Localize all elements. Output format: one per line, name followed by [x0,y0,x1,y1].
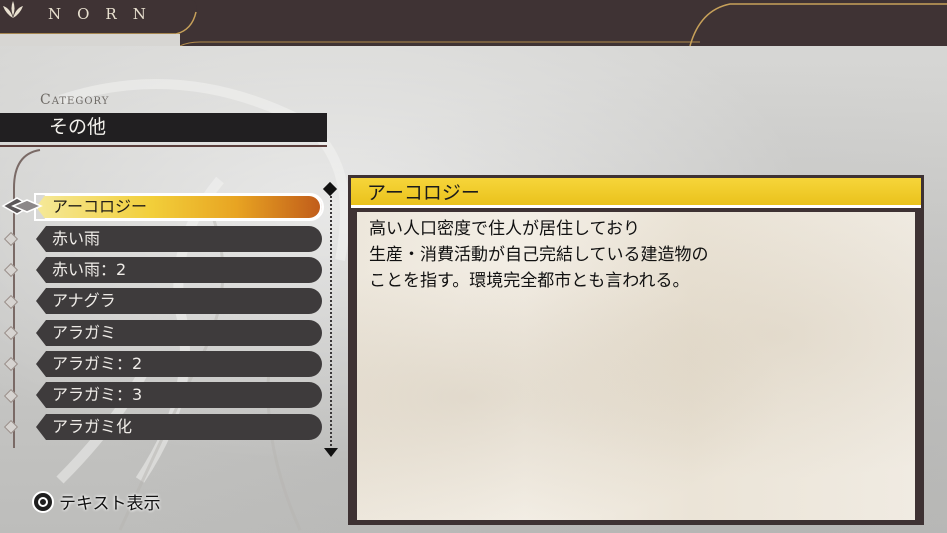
text-display-hint[interactable]: テキスト表示 [32,489,161,514]
category-underline [0,145,327,147]
scroll-down-arrow-icon[interactable] [324,448,338,457]
list-scrollbar[interactable] [330,196,332,446]
top-bar: NORN [0,0,947,46]
description-line: 高い人口密度で住人が居住しており [369,219,640,239]
list-item[interactable]: 赤い雨 [36,226,322,252]
hint-label: テキスト表示 [59,494,161,514]
detail-description: 高い人口密度で住人が居住しており 生産・消費活動が自己完結している建造物の こと… [369,216,909,294]
selector-cursor-icon [1,197,43,215]
circle-button-icon [32,490,54,513]
detail-title: アーコロジー [351,178,921,208]
list-item-selected[interactable]: アーコロジー [36,194,322,220]
description-line: 生産・消費活動が自己完結している建造物の [369,245,709,265]
category-label: Category [40,92,110,108]
list-item[interactable]: アラガミ [36,320,322,346]
category-value[interactable]: その他 [0,113,327,142]
list-item[interactable]: アラガミ：3 [36,382,322,408]
norn-leaf-icon [3,1,23,18]
list-item[interactable]: アラガミ化 [36,414,322,440]
description-line: ことを指す。環境完全都市とも言われる。 [369,271,690,291]
logo-text: NORN [48,5,162,23]
list-item[interactable]: アラガミ：2 [36,351,322,377]
list-item[interactable]: 赤い雨：2 [36,257,322,283]
list-item[interactable]: アナグラ [36,288,322,314]
